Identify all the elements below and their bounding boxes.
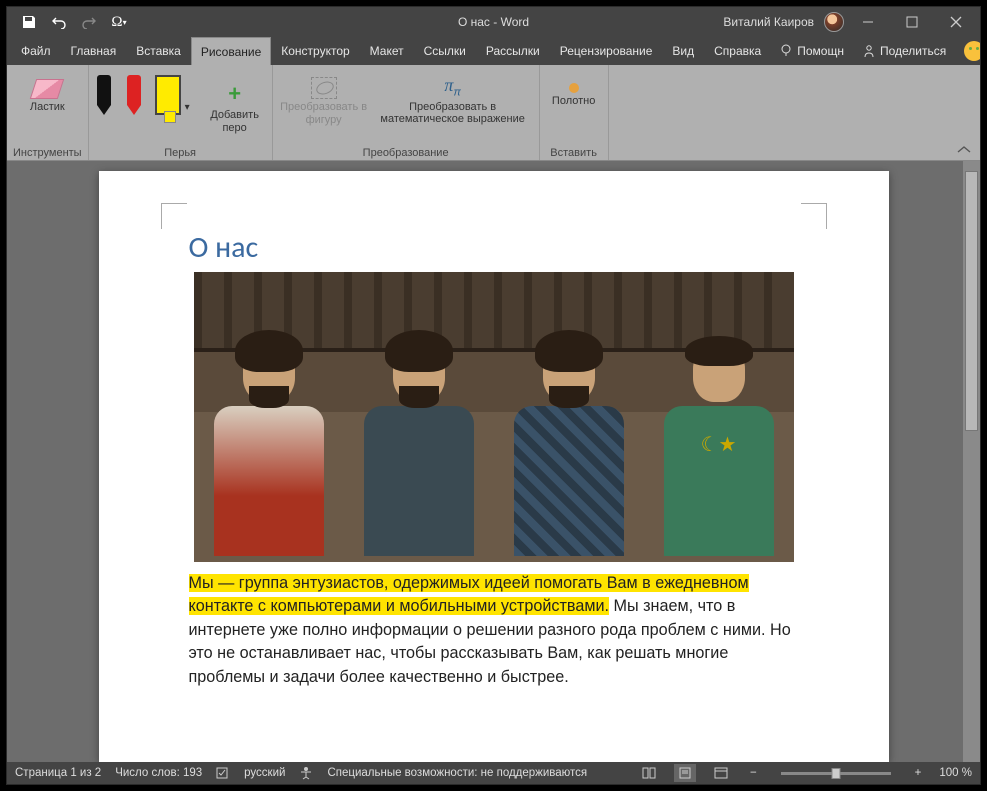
status-page[interactable]: Страница 1 из 2 — [15, 767, 101, 779]
maximize-button[interactable] — [892, 8, 932, 36]
add-pen-button[interactable]: + Добавить перо — [204, 75, 266, 145]
group-tools: Ластик Инструменты — [7, 65, 89, 160]
zoom-slider[interactable] — [781, 772, 891, 775]
pen-black[interactable] — [95, 75, 113, 115]
proofing-icon[interactable] — [216, 766, 230, 780]
group-transform-label: Преобразование — [363, 146, 449, 160]
zoom-in-button[interactable]: + — [911, 767, 926, 779]
group-insert-label: Вставить — [550, 146, 597, 160]
tell-me[interactable]: Помощн — [771, 44, 852, 58]
group-insert: Полотно Вставить — [540, 65, 609, 160]
math-icon: ππ — [444, 75, 460, 99]
save-button[interactable] — [15, 8, 43, 36]
group-pens-label: Перья — [164, 146, 196, 160]
user-name: Виталий Каиров — [723, 15, 814, 29]
view-web-button[interactable] — [710, 764, 732, 782]
statusbar: Страница 1 из 2 Число слов: 193 русский … — [7, 762, 980, 784]
group-pens: ▾ + Добавить перо Перья — [89, 65, 273, 160]
titlebar: Ω ▾ О нас - Word Виталий Каиров — [7, 7, 980, 37]
ink-to-math-label: Преобразовать в математическое выражение — [373, 101, 533, 126]
tab-home[interactable]: Главная — [61, 37, 127, 65]
app-window: Ω ▾ О нас - Word Виталий Каиров Файл Гла… — [6, 6, 981, 785]
workspace: О нас Мы — группа энтузиастов, одержимых… — [7, 161, 980, 762]
ribbon: Ластик Инструменты ▾ + Добавить перо Пер… — [7, 65, 980, 161]
margin-corner-tr — [801, 203, 827, 229]
view-print-button[interactable] — [674, 764, 696, 782]
tab-references[interactable]: Ссылки — [414, 37, 476, 65]
symbol-button[interactable]: Ω ▾ — [105, 8, 133, 36]
avatar[interactable] — [824, 12, 844, 32]
document-page[interactable]: О нас Мы — группа энтузиастов, одержимых… — [99, 171, 889, 762]
tab-design[interactable]: Конструктор — [271, 37, 359, 65]
tab-mailings[interactable]: Рассылки — [476, 37, 550, 65]
scrollbar-thumb[interactable] — [965, 171, 978, 431]
doc-paragraph[interactable]: Мы — группа энтузиастов, одержимых идеей… — [189, 572, 799, 689]
undo-button[interactable] — [45, 8, 73, 36]
feedback-icon[interactable] — [964, 41, 981, 61]
lightbulb-icon — [779, 44, 793, 58]
ink-to-shape-icon — [311, 77, 337, 99]
tab-file[interactable]: Файл — [11, 37, 61, 65]
group-tools-label: Инструменты — [13, 146, 82, 160]
view-read-button[interactable] — [638, 764, 660, 782]
menubar: Файл Главная Вставка Рисование Конструкт… — [7, 37, 980, 65]
status-words[interactable]: Число слов: 193 — [115, 767, 202, 779]
add-pen-label: Добавить перо — [204, 109, 266, 134]
redo-button[interactable] — [75, 8, 103, 36]
eraser-icon — [30, 79, 64, 99]
share-label: Поделиться — [880, 44, 946, 58]
tell-me-label: Помощн — [797, 44, 844, 58]
tab-help[interactable]: Справка — [704, 37, 771, 65]
zoom-out-button[interactable]: − — [746, 767, 761, 779]
highlighter-dropdown[interactable]: ▾ — [183, 100, 192, 115]
tab-layout[interactable]: Макет — [360, 37, 414, 65]
close-button[interactable] — [936, 8, 976, 36]
share-button[interactable]: Поделиться — [854, 44, 954, 58]
plus-icon: + — [228, 81, 241, 107]
ink-to-shape-button[interactable]: Преобразовать в фигуру — [279, 71, 369, 141]
canvas-button[interactable]: Полотно — [546, 71, 602, 141]
pen-red[interactable] — [125, 75, 143, 115]
canvas-icon — [569, 83, 579, 93]
ink-to-shape-label: Преобразовать в фигуру — [279, 101, 369, 126]
a11y-icon[interactable] — [299, 766, 313, 780]
eraser-button[interactable]: Ластик — [19, 71, 75, 141]
document-image[interactable] — [194, 272, 794, 562]
minimize-button[interactable] — [848, 8, 888, 36]
ink-to-math-button[interactable]: ππ Преобразовать в математическое выраже… — [373, 71, 533, 141]
group-transform: Преобразовать в фигуру ππ Преобразовать … — [273, 65, 540, 160]
vertical-scrollbar[interactable] — [963, 161, 980, 762]
tab-insert[interactable]: Вставка — [126, 37, 191, 65]
doc-heading[interactable]: О нас — [189, 229, 799, 266]
status-accessibility[interactable]: Специальные возможности: не поддерживают… — [327, 767, 587, 779]
eraser-label: Ластик — [30, 101, 65, 114]
highlighter-yellow[interactable] — [155, 75, 181, 115]
collapse-ribbon-button[interactable] — [956, 144, 972, 156]
canvas-label: Полотно — [552, 95, 595, 108]
margin-corner-tl — [161, 203, 187, 229]
status-language[interactable]: русский — [244, 767, 285, 779]
share-icon — [862, 44, 876, 58]
tab-review[interactable]: Рецензирование — [550, 37, 663, 65]
zoom-value[interactable]: 100 % — [939, 767, 972, 779]
tab-draw[interactable]: Рисование — [191, 37, 271, 65]
tab-view[interactable]: Вид — [662, 37, 704, 65]
